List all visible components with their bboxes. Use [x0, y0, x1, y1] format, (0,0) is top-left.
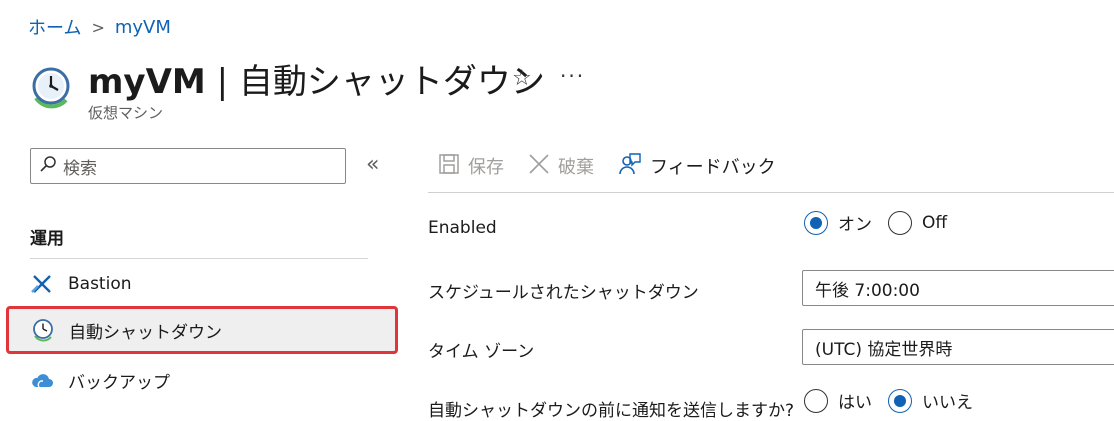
feedback-label: フィードバック	[650, 157, 776, 178]
feedback-icon	[618, 152, 642, 181]
save-button[interactable]: 保存	[438, 153, 504, 180]
nav-item-label: Bastion	[68, 274, 132, 294]
title-divider: |	[216, 62, 229, 102]
resource-type-subtitle: 仮想マシン	[88, 104, 164, 122]
collapse-nav-icon[interactable]: «	[366, 152, 379, 177]
save-icon	[438, 153, 460, 180]
favorite-star-icon[interactable]: ☆	[512, 66, 532, 91]
discard-button[interactable]: 破棄	[528, 153, 594, 180]
enabled-on-label: オン	[838, 215, 872, 235]
cloud-backup-icon	[30, 368, 54, 392]
more-options-icon[interactable]: ···	[560, 64, 585, 88]
nav-section-operations: 運用	[30, 229, 64, 249]
nav-search-box[interactable]: 検索	[30, 148, 346, 184]
breadcrumb-vm-link[interactable]: myVM	[115, 17, 171, 38]
timezone-label: タイム ゾーン	[428, 342, 535, 362]
nav-item-auto-shutdown[interactable]: 自動シャットダウン	[6, 306, 398, 354]
schedule-time-input[interactable]: 午後 7:00:00	[802, 270, 1114, 306]
notify-radio-group: はい いいえ	[804, 388, 979, 413]
clock-icon	[31, 318, 55, 342]
resource-name: myVM	[88, 62, 206, 102]
page-name: 自動シャットダウン	[238, 62, 545, 102]
page-title: myVM | 自動シャットダウン	[88, 54, 545, 103]
notify-no-radio[interactable]	[888, 388, 912, 413]
command-toolbar: 保存 破棄 フィードバック	[438, 146, 776, 186]
enabled-radio-group: オン Off	[804, 210, 953, 235]
search-placeholder: 検索	[63, 158, 97, 179]
notify-yes-label: はい	[838, 393, 872, 413]
breadcrumb-home-link[interactable]: ホーム	[28, 14, 81, 40]
nav-item-bastion[interactable]: Bastion	[24, 262, 396, 306]
notify-label: 自動シャットダウンの前に通知を送信しますか?	[428, 401, 795, 421]
breadcrumb-separator: >	[91, 17, 105, 37]
feedback-button[interactable]: フィードバック	[618, 152, 776, 181]
notify-yes-radio[interactable]	[804, 388, 828, 413]
notify-no-label: いいえ	[922, 393, 973, 413]
enabled-off-label: Off	[922, 212, 948, 233]
enabled-label: Enabled	[428, 218, 497, 238]
schedule-label: スケジュールされたシャットダウン	[428, 283, 699, 303]
close-icon	[528, 153, 550, 180]
save-label: 保存	[468, 157, 504, 178]
enabled-on-radio[interactable]	[804, 210, 828, 235]
auto-shutdown-clock-icon	[28, 64, 74, 110]
bastion-icon	[30, 272, 54, 296]
breadcrumb: ホーム > myVM	[28, 14, 171, 40]
toolbar-divider	[428, 192, 1114, 193]
nav-item-backup[interactable]: バックアップ	[24, 358, 396, 402]
discard-label: 破棄	[558, 157, 594, 178]
enabled-off-radio[interactable]	[888, 210, 912, 235]
nav-item-label: バックアップ	[68, 372, 170, 393]
nav-divider	[30, 258, 368, 259]
timezone-select[interactable]: (UTC) 協定世界時	[802, 329, 1114, 365]
search-icon	[39, 155, 57, 178]
nav-item-label: 自動シャットダウン	[69, 322, 222, 343]
